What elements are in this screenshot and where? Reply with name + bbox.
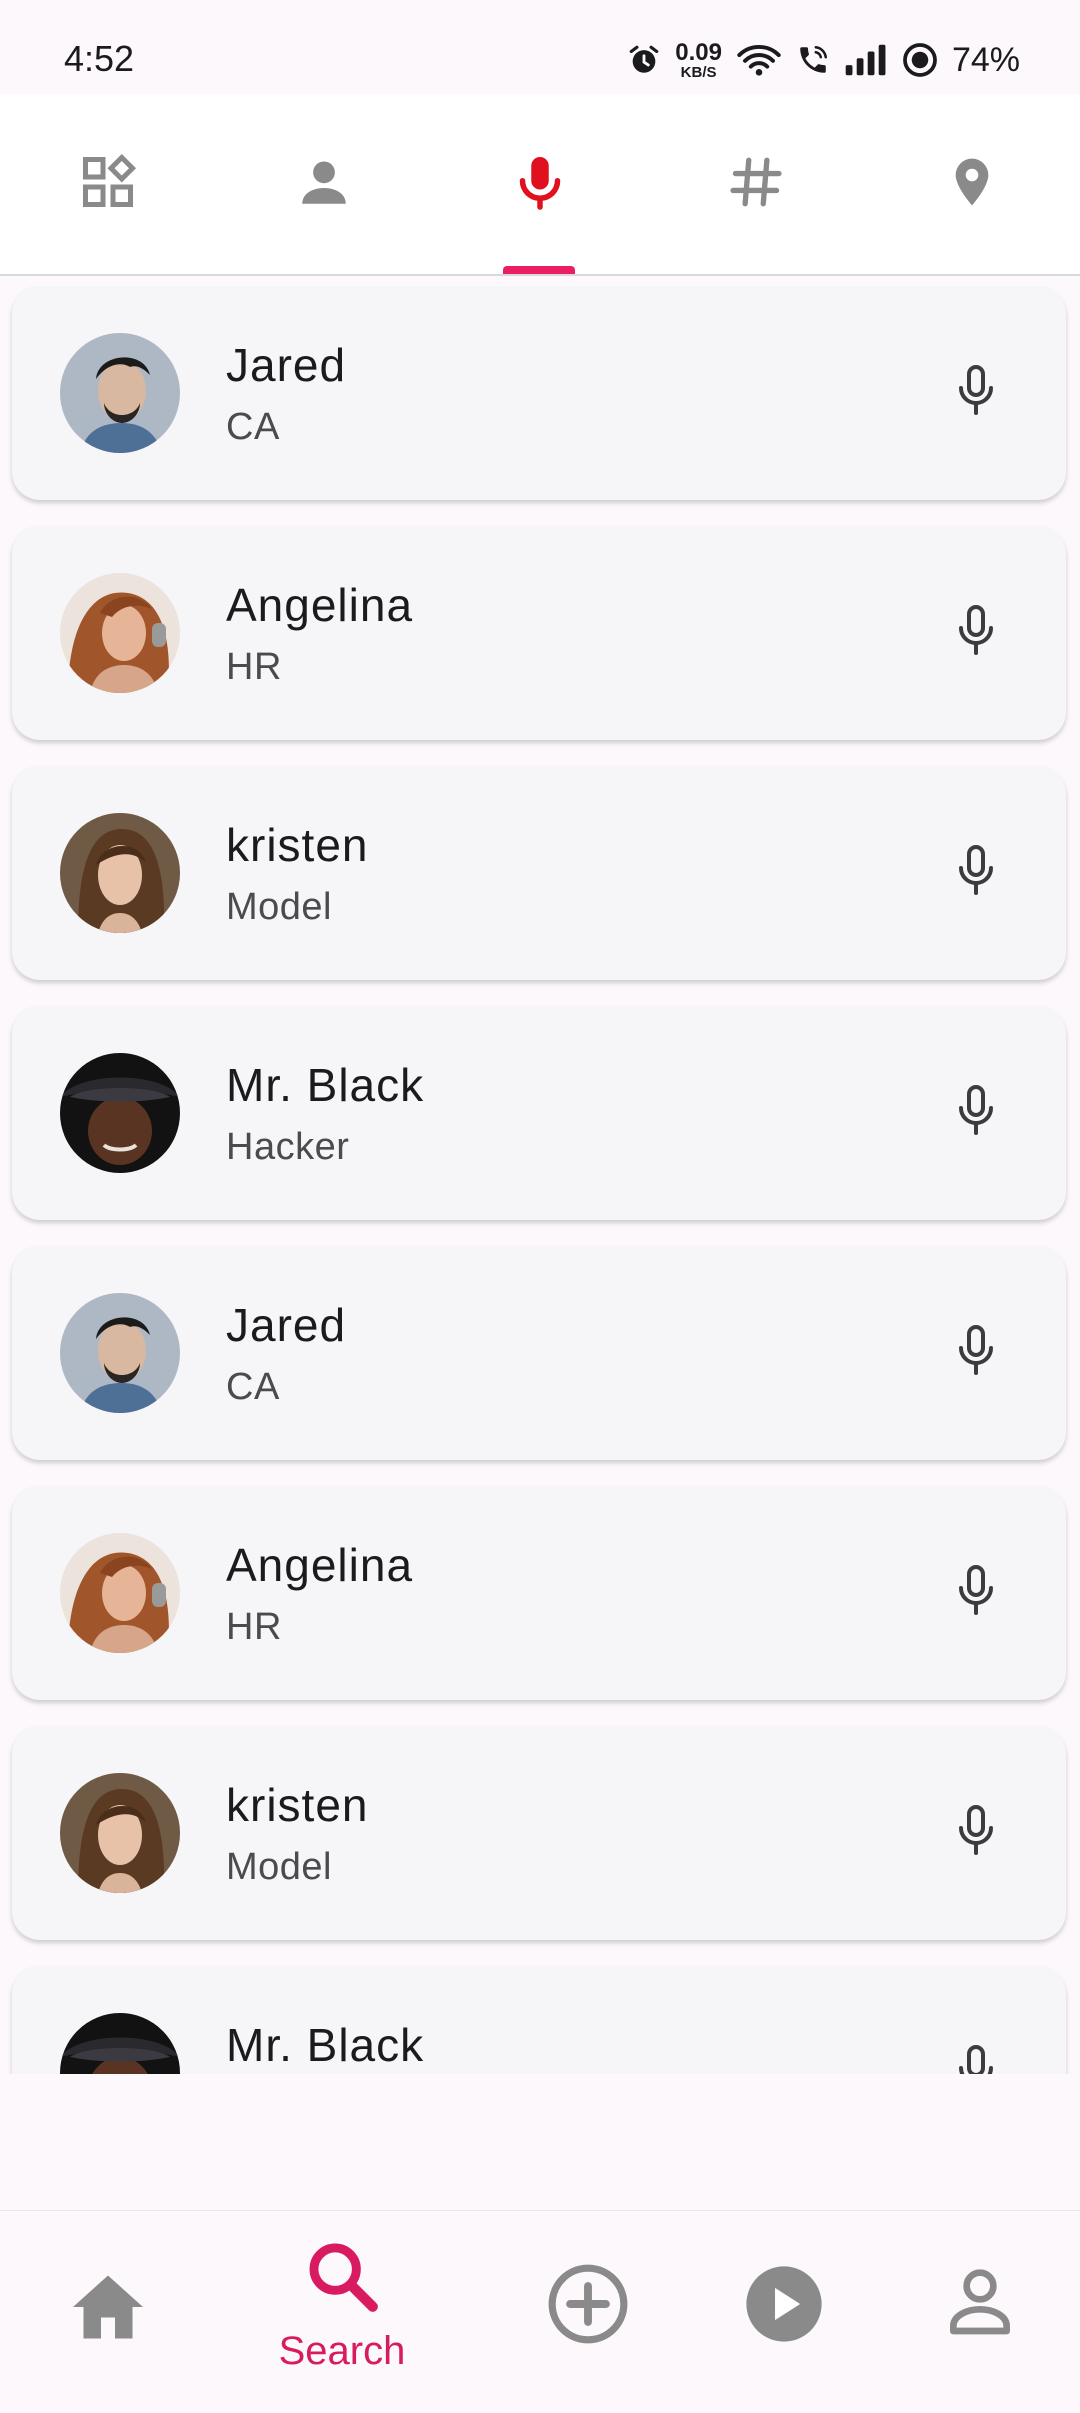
tab-widgets[interactable] (0, 94, 216, 274)
avatar-angelina (60, 573, 180, 693)
avatar-kristen (60, 1773, 180, 1893)
avatar-mr-black (60, 1053, 180, 1173)
list-item[interactable]: Mr. Black Hacker (12, 1966, 1066, 2074)
card-name: kristen (226, 1779, 369, 1831)
battery-percent: 74% (951, 40, 1020, 79)
avatar-jared (60, 1293, 180, 1413)
mic-icon (952, 841, 1000, 906)
card-name: Mr. Black (226, 1059, 425, 1111)
mic-button[interactable] (946, 1803, 1006, 1863)
mic-button[interactable] (946, 2043, 1006, 2074)
card-role: CA (226, 406, 280, 448)
status-icons: 0.09 KB/S 74% (627, 36, 1020, 84)
top-tab-bar (0, 94, 1080, 276)
list-item[interactable]: Mr. Black Hacker (12, 1006, 1066, 1220)
nav-play[interactable] (676, 2211, 892, 2413)
card-role: Model (226, 1846, 332, 1888)
list-item[interactable]: Jared CA (12, 286, 1066, 500)
search-icon (301, 2235, 383, 2322)
card-name: Angelina (226, 579, 414, 631)
card-role: HR (226, 646, 282, 688)
mic-button[interactable] (946, 1323, 1006, 1383)
active-tab-indicator (503, 266, 575, 274)
tab-hashtag[interactable] (648, 94, 864, 274)
add-circle-icon (545, 2261, 631, 2352)
alarm-icon (627, 43, 661, 77)
widgets-icon (78, 152, 138, 217)
battery-icon (902, 42, 938, 78)
mic-icon (952, 2041, 1000, 2074)
mic-icon (952, 1321, 1000, 1386)
contact-list[interactable]: Jared CA Angelina HR kristen Model Mr. B… (0, 286, 1080, 2074)
card-name: kristen (226, 819, 369, 871)
mic-button[interactable] (946, 843, 1006, 903)
card-role: HR (226, 1606, 282, 1648)
list-item[interactable]: Angelina HR (12, 526, 1066, 740)
mic-icon (952, 1561, 1000, 1626)
play-circle-icon (741, 2261, 827, 2352)
nav-home[interactable] (0, 2211, 216, 2413)
hashtag-icon (727, 153, 785, 216)
mic-button[interactable] (946, 363, 1006, 423)
list-item[interactable]: Angelina HR (12, 1486, 1066, 1700)
avatar-jared (60, 333, 180, 453)
profile-icon (940, 2261, 1020, 2346)
avatar-angelina (60, 1533, 180, 1653)
home-icon (66, 2265, 150, 2354)
card-role: Hacker (226, 1126, 350, 1168)
status-time: 4:52 (64, 38, 135, 79)
status-bar: 4:52 0.09 KB/S 74% (0, 0, 1080, 94)
mic-icon (952, 1801, 1000, 1866)
bottom-nav: Search (0, 2210, 1080, 2413)
tab-person[interactable] (216, 94, 432, 274)
wifi-icon (736, 43, 782, 77)
net-speed-unit: KB/S (680, 63, 717, 81)
card-name: Angelina (226, 1539, 414, 1591)
mic-icon (952, 1081, 1000, 1146)
avatar-kristen (60, 813, 180, 933)
list-item[interactable]: kristen Model (12, 1726, 1066, 1940)
nav-add[interactable] (480, 2211, 696, 2413)
tab-location[interactable] (864, 94, 1080, 274)
mic-icon (952, 361, 1000, 426)
card-role: CA (226, 1366, 280, 1408)
card-name: Jared (226, 339, 347, 391)
nav-search-label: Search (278, 2329, 406, 2373)
mic-icon (952, 601, 1000, 666)
tab-mic[interactable] (432, 94, 648, 274)
card-role: Model (226, 886, 332, 928)
list-item[interactable]: Jared CA (12, 1246, 1066, 1460)
signal-icon (844, 43, 888, 77)
list-item[interactable]: kristen Model (12, 766, 1066, 980)
card-name: Mr. Black (226, 2019, 425, 2071)
mic-button[interactable] (946, 1083, 1006, 1143)
nav-profile[interactable] (872, 2211, 1080, 2413)
nav-search[interactable]: Search (234, 2211, 450, 2413)
person-icon (295, 153, 353, 216)
card-name: Jared (226, 1299, 347, 1351)
avatar-mr-black (60, 2013, 180, 2074)
mic-button[interactable] (946, 1563, 1006, 1623)
wifi-call-icon (796, 43, 830, 77)
net-speed-value: 0.09 (675, 38, 722, 66)
net-speed: 0.09 KB/S (675, 38, 722, 81)
mic-button[interactable] (946, 603, 1006, 663)
location-pin-icon (944, 150, 1000, 219)
mic-icon (510, 150, 570, 219)
